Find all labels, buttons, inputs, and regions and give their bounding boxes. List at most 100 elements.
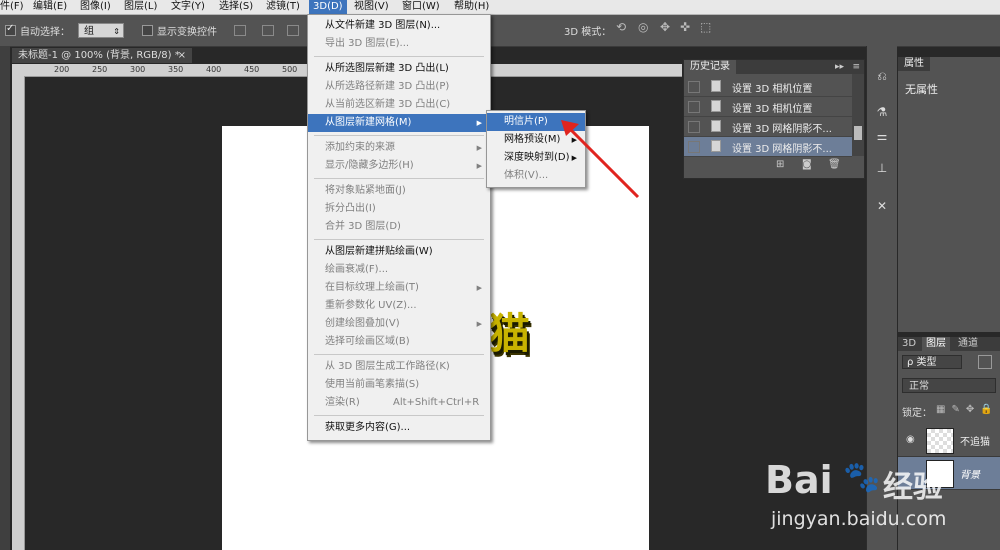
new-document-icon[interactable]: ⊞: [776, 159, 784, 170]
slide-3d-icon[interactable]: ✜: [680, 20, 690, 34]
menu-3d[interactable]: 3D(D): [309, 0, 347, 14]
menu-item-label: 从所选图层新建 3D 凸出(L): [325, 63, 449, 74]
menu-item[interactable]: 从所选图层新建 3D 凸出(L): [308, 60, 490, 78]
blend-mode-dropdown[interactable]: 正常: [902, 378, 996, 393]
snapshot-checkbox[interactable]: [688, 141, 700, 153]
panel-menu-icon[interactable]: ≡: [852, 60, 860, 74]
snapshot-checkbox[interactable]: [688, 121, 700, 133]
check-icon: ✓: [6, 23, 15, 34]
history-tab[interactable]: 历史记录: [684, 60, 736, 74]
properties-panel: 属性 无属性: [898, 57, 1000, 332]
menu-file[interactable]: 件(F): [0, 0, 24, 14]
menu-edit[interactable]: 编辑(E): [33, 0, 67, 14]
layer-row[interactable]: ◉ 不追猫: [898, 424, 1000, 457]
ruler-tick: 350: [168, 65, 184, 74]
menu-item: 重新参数化 UV(Z)...: [308, 297, 490, 315]
lock-icons[interactable]: ▦✎✥🔒: [936, 404, 999, 415]
auto-select-dropdown[interactable]: 组 ⇕: [78, 23, 124, 38]
show-transform-checkbox[interactable]: [142, 25, 153, 36]
menu-item: 渲染(R) Alt+Shift+Ctrl+R: [308, 394, 490, 412]
options-bar: ✓ 自动选择： 组 ⇕ 显示变换控件 3D 模式： ⟲ ◎ ✥ ✜ ⬚: [0, 15, 1000, 47]
menu-type[interactable]: 文字(Y): [171, 0, 205, 14]
close-icon[interactable]: ×: [178, 48, 186, 63]
menu-layer[interactable]: 图层(L): [124, 0, 157, 14]
tab-layers[interactable]: 图层: [922, 337, 950, 351]
menu-window[interactable]: 窗口(W): [402, 0, 440, 14]
no-properties-text: 无属性: [905, 83, 938, 96]
history-step-label: 设置 3D 相机位置: [732, 84, 813, 95]
menu-item: 合并 3D 图层(D): [308, 218, 490, 236]
menu-item[interactable]: 从图层新建拼贴绘画(W): [308, 243, 490, 261]
roll-3d-icon[interactable]: ◎: [638, 20, 648, 34]
history-row[interactable]: 设置 3D 相机位置: [684, 77, 852, 97]
submenu-arrow-icon: ▶: [476, 320, 482, 328]
submenu-arrow-icon: ▶: [476, 162, 482, 170]
snapshot-checkbox[interactable]: [688, 81, 700, 93]
image-filter-icon[interactable]: [978, 355, 992, 369]
menu-separator: [314, 135, 484, 136]
menu-item: 选择可绘画区域(B): [308, 333, 490, 351]
history-step-label: 设置 3D 网格阴影不...: [732, 144, 832, 155]
menu-item-label: 体积(V)...: [504, 170, 549, 181]
menu-item-label: 明信片(P): [504, 116, 548, 127]
history-panel-icon[interactable]: ⎌: [873, 68, 891, 84]
menu-separator: [314, 56, 484, 57]
snapshot-checkbox[interactable]: [688, 101, 700, 113]
history-row-current[interactable]: 设置 3D 网格阴影不...: [684, 137, 852, 157]
ruler-tick: 200: [54, 65, 70, 74]
submenu-arrow-icon: ▶: [476, 284, 482, 292]
collapse-icon[interactable]: ▸▸: [835, 60, 844, 74]
history-scrollbar[interactable]: [852, 74, 864, 156]
menu-item-label: 渲染(R): [325, 397, 360, 408]
menu-filter[interactable]: 滤镜(T): [266, 0, 300, 14]
menu-item-label: 合并 3D 图层(D): [325, 221, 401, 232]
rotate-3d-icon[interactable]: ⟲: [616, 20, 626, 34]
history-row[interactable]: 设置 3D 网格阴影不...: [684, 117, 852, 137]
menu-select[interactable]: 选择(S): [219, 0, 253, 14]
menu-item-label: 网格预设(M): [504, 134, 561, 145]
history-panel: 历史记录 ▸▸ ≡ 设置 3D 相机位置 设置 3D 相机位置 设置 3D 网格…: [683, 59, 865, 179]
menu-item: 拆分凸出(I): [308, 200, 490, 218]
menu-item[interactable]: 从文件新建 3D 图层(N)...: [308, 17, 490, 35]
menu-item: 从 3D 图层生成工作路径(K): [308, 358, 490, 376]
layer-filter-dropdown[interactable]: ρ 类型: [902, 355, 962, 369]
pan-3d-icon[interactable]: ✥: [660, 20, 670, 34]
menu-item: 从当前选区新建 3D 凸出(C): [308, 96, 490, 114]
adjustments-panel-icon[interactable]: ⚌: [873, 128, 891, 144]
menu-item: 导出 3D 图层(E)...: [308, 35, 490, 53]
auto-select-checkbox[interactable]: ✓: [5, 23, 16, 36]
document-tab[interactable]: 未标题-1 @ 100% (背景, RGB/8) * ×: [12, 48, 192, 63]
camera-icon[interactable]: ◙: [802, 159, 812, 170]
auto-select-value: 组: [84, 26, 94, 37]
arrow-shaft: [565, 124, 640, 199]
align-vcenter-icon[interactable]: [262, 25, 274, 36]
properties-panel-icon[interactable]: ⊥: [873, 160, 891, 176]
baidu-watermark: Bai 🐾 经验 jingyan.baidu.com: [765, 458, 985, 543]
tab-3d[interactable]: 3D: [898, 337, 920, 351]
ruler-tick: 250: [92, 65, 108, 74]
align-bottom-icon[interactable]: [287, 25, 299, 36]
menu-item[interactable]: 获取更多内容(G)...: [308, 419, 490, 437]
menu-help[interactable]: 帮助(H): [454, 0, 489, 14]
menu-item: 使用当前画笔素描(S): [308, 376, 490, 394]
align-top-icon[interactable]: [234, 25, 246, 36]
3d-text-glyph: 猫: [488, 309, 531, 358]
history-step-label: 设置 3D 网格阴影不...: [732, 124, 832, 135]
menu-item-label: 使用当前画笔素描(S): [325, 379, 420, 390]
trash-icon[interactable]: 🗑: [828, 159, 841, 170]
properties-tab[interactable]: 属性: [898, 57, 930, 71]
menu-item[interactable]: 从图层新建网格(M) ▶: [308, 114, 490, 132]
tab-channels[interactable]: 通道: [954, 337, 982, 351]
history-row[interactable]: 设置 3D 相机位置: [684, 97, 852, 117]
3d-text-object[interactable]: 猫: [488, 300, 530, 358]
document-icon: [711, 100, 721, 112]
brush-panel-icon[interactable]: ⚗: [873, 104, 891, 120]
menu-item: 创建绘图叠加(V) ▶: [308, 315, 490, 333]
scale-3d-icon[interactable]: ⬚: [700, 20, 711, 34]
lock-label: 锁定：: [902, 408, 932, 419]
eye-icon[interactable]: ◉: [906, 434, 915, 445]
tools-panel-icon[interactable]: ✕: [873, 198, 891, 214]
menu-view[interactable]: 视图(V): [354, 0, 389, 14]
scroll-thumb[interactable]: [854, 126, 862, 140]
menu-image[interactable]: 图像(I): [80, 0, 111, 14]
